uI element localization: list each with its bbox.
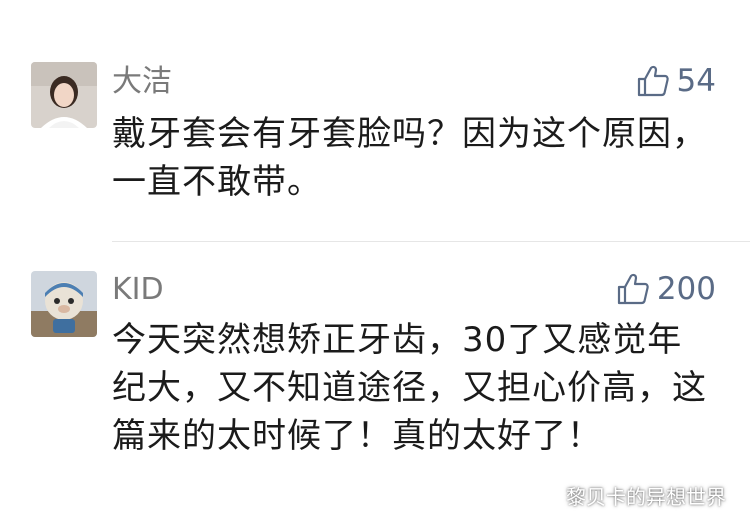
- thumbs-up-icon: [635, 63, 671, 99]
- wechat-icon: [536, 481, 560, 510]
- like-count: 54: [676, 63, 716, 99]
- avatar[interactable]: [31, 62, 97, 128]
- avatar[interactable]: [31, 271, 97, 337]
- comment-item: KID 200 今天突然想矫正牙齿，30了又感觉年纪大，又不知道途径，又担心价高…: [0, 242, 750, 522]
- thumbs-up-icon: [615, 271, 651, 307]
- like-button[interactable]: 54: [635, 61, 716, 101]
- comment-text: 戴牙套会有牙套脸吗？因为这个原因，一直不敢带。: [112, 114, 707, 202]
- watermark: 黎贝卡的异想世界: [536, 481, 726, 510]
- comment-username[interactable]: KID: [112, 272, 164, 308]
- comment-item: 大洁 54 戴牙套会有牙套脸吗？因为这个原因，一直不敢带。: [0, 0, 750, 240]
- comment-username[interactable]: 大洁: [112, 64, 172, 100]
- watermark-text: 黎贝卡的异想世界: [566, 485, 726, 509]
- comment-text: 今天突然想矫正牙齿，30了又感觉年纪大，又不知道途径，又担心价高，这篇来的太时候…: [112, 320, 707, 456]
- like-button[interactable]: 200: [615, 269, 716, 309]
- like-count: 200: [656, 271, 716, 307]
